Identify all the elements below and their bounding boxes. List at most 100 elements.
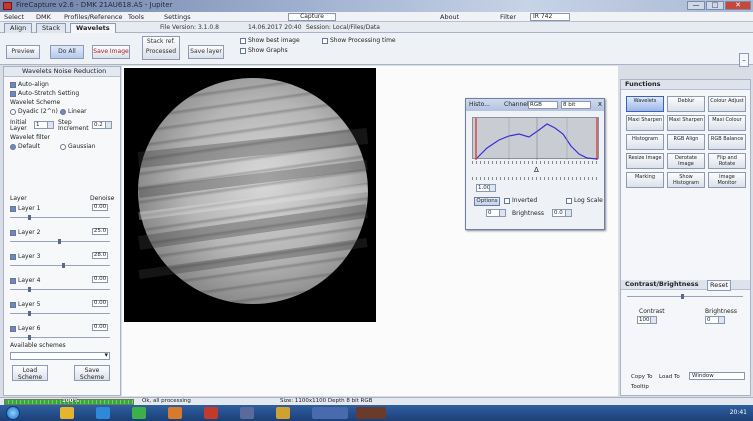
- slider-thumb[interactable]: [28, 311, 31, 316]
- function-button-marking[interactable]: Marking: [626, 172, 664, 188]
- filter-select[interactable]: IR 742: [530, 13, 570, 21]
- capture-button[interactable]: Capture: [288, 13, 336, 21]
- collapse-panel-button[interactable]: –: [739, 53, 749, 67]
- gamma-spin[interactable]: 1.00: [476, 184, 496, 192]
- autoalign-checkbox[interactable]: Auto-align: [10, 81, 49, 88]
- layer-value[interactable]: 0.00: [92, 300, 108, 307]
- minimize-button[interactable]: —: [687, 1, 705, 10]
- tab-stack[interactable]: Stack: [36, 23, 66, 33]
- slider-thumb[interactable]: [58, 239, 61, 244]
- copy-to-label[interactable]: Copy To: [631, 374, 653, 380]
- menu-settings[interactable]: Settings: [164, 13, 191, 21]
- function-button-show-histogram[interactable]: Show Histogram: [667, 172, 705, 188]
- start-button[interactable]: [6, 406, 20, 420]
- close-button[interactable]: ✕: [725, 1, 751, 10]
- tab-align[interactable]: Align: [4, 23, 33, 33]
- slider-thumb[interactable]: [28, 287, 31, 292]
- app-icon[interactable]: [204, 407, 218, 419]
- layer-checkbox[interactable]: Layer 4: [10, 277, 40, 284]
- show-graph-checkbox[interactable]: Show Graphs: [240, 47, 288, 54]
- app-icon[interactable]: [240, 407, 254, 419]
- contrast-value-spin[interactable]: 100: [637, 316, 657, 324]
- close-icon[interactable]: x: [598, 100, 602, 108]
- menu-select[interactable]: Select: [4, 13, 24, 21]
- brightness-value-spin[interactable]: 0: [705, 316, 725, 324]
- layer-slider[interactable]: [10, 287, 110, 292]
- inverted-checkbox[interactable]: Inverted: [504, 197, 537, 204]
- do-all-button[interactable]: Do All: [50, 45, 84, 59]
- slider-thumb[interactable]: [681, 294, 684, 299]
- layer-slider[interactable]: [10, 239, 110, 244]
- function-button-derotate-image[interactable]: Derotate Image: [667, 153, 705, 169]
- default-filter-radio[interactable]: Default: [10, 143, 40, 150]
- gaussian-filter-radio[interactable]: Gaussian: [60, 143, 96, 150]
- app-icon[interactable]: [132, 407, 146, 419]
- layer-value[interactable]: 0.00: [92, 324, 108, 331]
- target-select[interactable]: Window: [689, 372, 745, 380]
- save-layer-button[interactable]: Save layer: [188, 45, 224, 59]
- layer-checkbox[interactable]: Layer 6: [10, 325, 40, 332]
- initial-layer-spin[interactable]: 1: [34, 121, 54, 129]
- step-spin[interactable]: 0.2: [92, 121, 112, 129]
- save-image-button[interactable]: Save Image: [92, 45, 130, 59]
- dyadic-radio[interactable]: Dyadic (2^n): [10, 108, 58, 115]
- function-button-maxi-sharpen[interactable]: Maxi Sharpen: [667, 115, 705, 131]
- tab-wavelets[interactable]: Wavelets: [70, 23, 116, 33]
- menu-dmk[interactable]: DMK: [36, 13, 51, 21]
- scheme-select[interactable]: [10, 351, 110, 360]
- function-button-image-monitor[interactable]: Image Monitor: [708, 172, 746, 188]
- show-best-checkbox[interactable]: Show best image: [240, 37, 300, 44]
- function-button-colour-adjust[interactable]: Colour Adjust: [708, 96, 746, 112]
- slider-thumb[interactable]: [61, 263, 65, 268]
- histogram-plot[interactable]: [472, 117, 599, 160]
- layer-slider[interactable]: [10, 263, 110, 268]
- layer-value[interactable]: 0.00: [92, 276, 108, 283]
- layer-checkbox[interactable]: Layer 2: [10, 229, 40, 236]
- function-button-rgb-balance[interactable]: RGB Balance: [708, 134, 746, 150]
- bitdepth-select[interactable]: 8 bit: [561, 101, 591, 109]
- contrast-spin[interactable]: 0: [486, 209, 506, 217]
- function-button-rgb-align[interactable]: RGB Align: [667, 134, 705, 150]
- maximize-button[interactable]: □: [706, 1, 724, 10]
- layer-slider[interactable]: [10, 335, 110, 340]
- layer-checkbox[interactable]: Layer 3: [10, 253, 40, 260]
- function-button-wavelets[interactable]: Wavelets: [626, 96, 664, 112]
- menu-about[interactable]: About: [440, 13, 459, 21]
- layer-value[interactable]: 25.0: [92, 228, 108, 235]
- options-button[interactable]: Options: [474, 197, 500, 206]
- contrast-brightness-slider[interactable]: [627, 294, 743, 299]
- registax-taskbar-icon[interactable]: [312, 407, 348, 419]
- show-processing-checkbox[interactable]: Show Processing time: [322, 37, 396, 44]
- function-button-flip-and-rotate[interactable]: Flip and Rotate: [708, 153, 746, 169]
- explorer-icon[interactable]: [60, 407, 74, 419]
- ie-icon[interactable]: [96, 407, 110, 419]
- preview-button[interactable]: Preview: [6, 45, 40, 59]
- layer-checkbox[interactable]: Layer 5: [10, 301, 40, 308]
- gamma-marker-icon[interactable]: Δ: [534, 166, 539, 174]
- menu-tools[interactable]: Tools: [128, 13, 144, 21]
- menu-profiles[interactable]: Profiles/Reference: [64, 13, 123, 21]
- function-button-histogram[interactable]: Histogram: [626, 134, 664, 150]
- reset-button[interactable]: Reset: [707, 280, 732, 291]
- function-button-maxi-sharpen[interactable]: Maxi Sharpen: [626, 115, 664, 131]
- layer-value[interactable]: 0.00: [92, 204, 108, 211]
- function-button-maxi-colour[interactable]: Maxi Colour: [708, 115, 746, 131]
- function-button-deblur[interactable]: Deblur: [667, 96, 705, 112]
- slider-thumb[interactable]: [28, 335, 31, 340]
- function-button-resize-image[interactable]: Resize Image: [626, 153, 664, 169]
- brightness-spin[interactable]: 0.0: [552, 209, 572, 217]
- folder-icon[interactable]: [276, 407, 290, 419]
- layer-checkbox[interactable]: Layer 1: [10, 205, 40, 212]
- image-taskbar-icon[interactable]: [356, 407, 386, 419]
- save-scheme-button[interactable]: Save Scheme: [74, 365, 110, 381]
- channel-select[interactable]: RGB: [528, 101, 558, 109]
- stack-ref-button[interactable]: Stack ref. Processed: [142, 36, 180, 60]
- log-scale-checkbox[interactable]: Log Scale: [566, 197, 603, 204]
- layer-slider[interactable]: [10, 311, 110, 316]
- layer-value[interactable]: 28.0: [92, 252, 108, 259]
- load-to-label[interactable]: Load To: [659, 374, 680, 380]
- slider-thumb[interactable]: [28, 215, 31, 220]
- layer-slider[interactable]: [10, 215, 110, 220]
- autostretch-checkbox[interactable]: Auto-Stretch Setting: [10, 90, 79, 97]
- firefox-icon[interactable]: [168, 407, 182, 419]
